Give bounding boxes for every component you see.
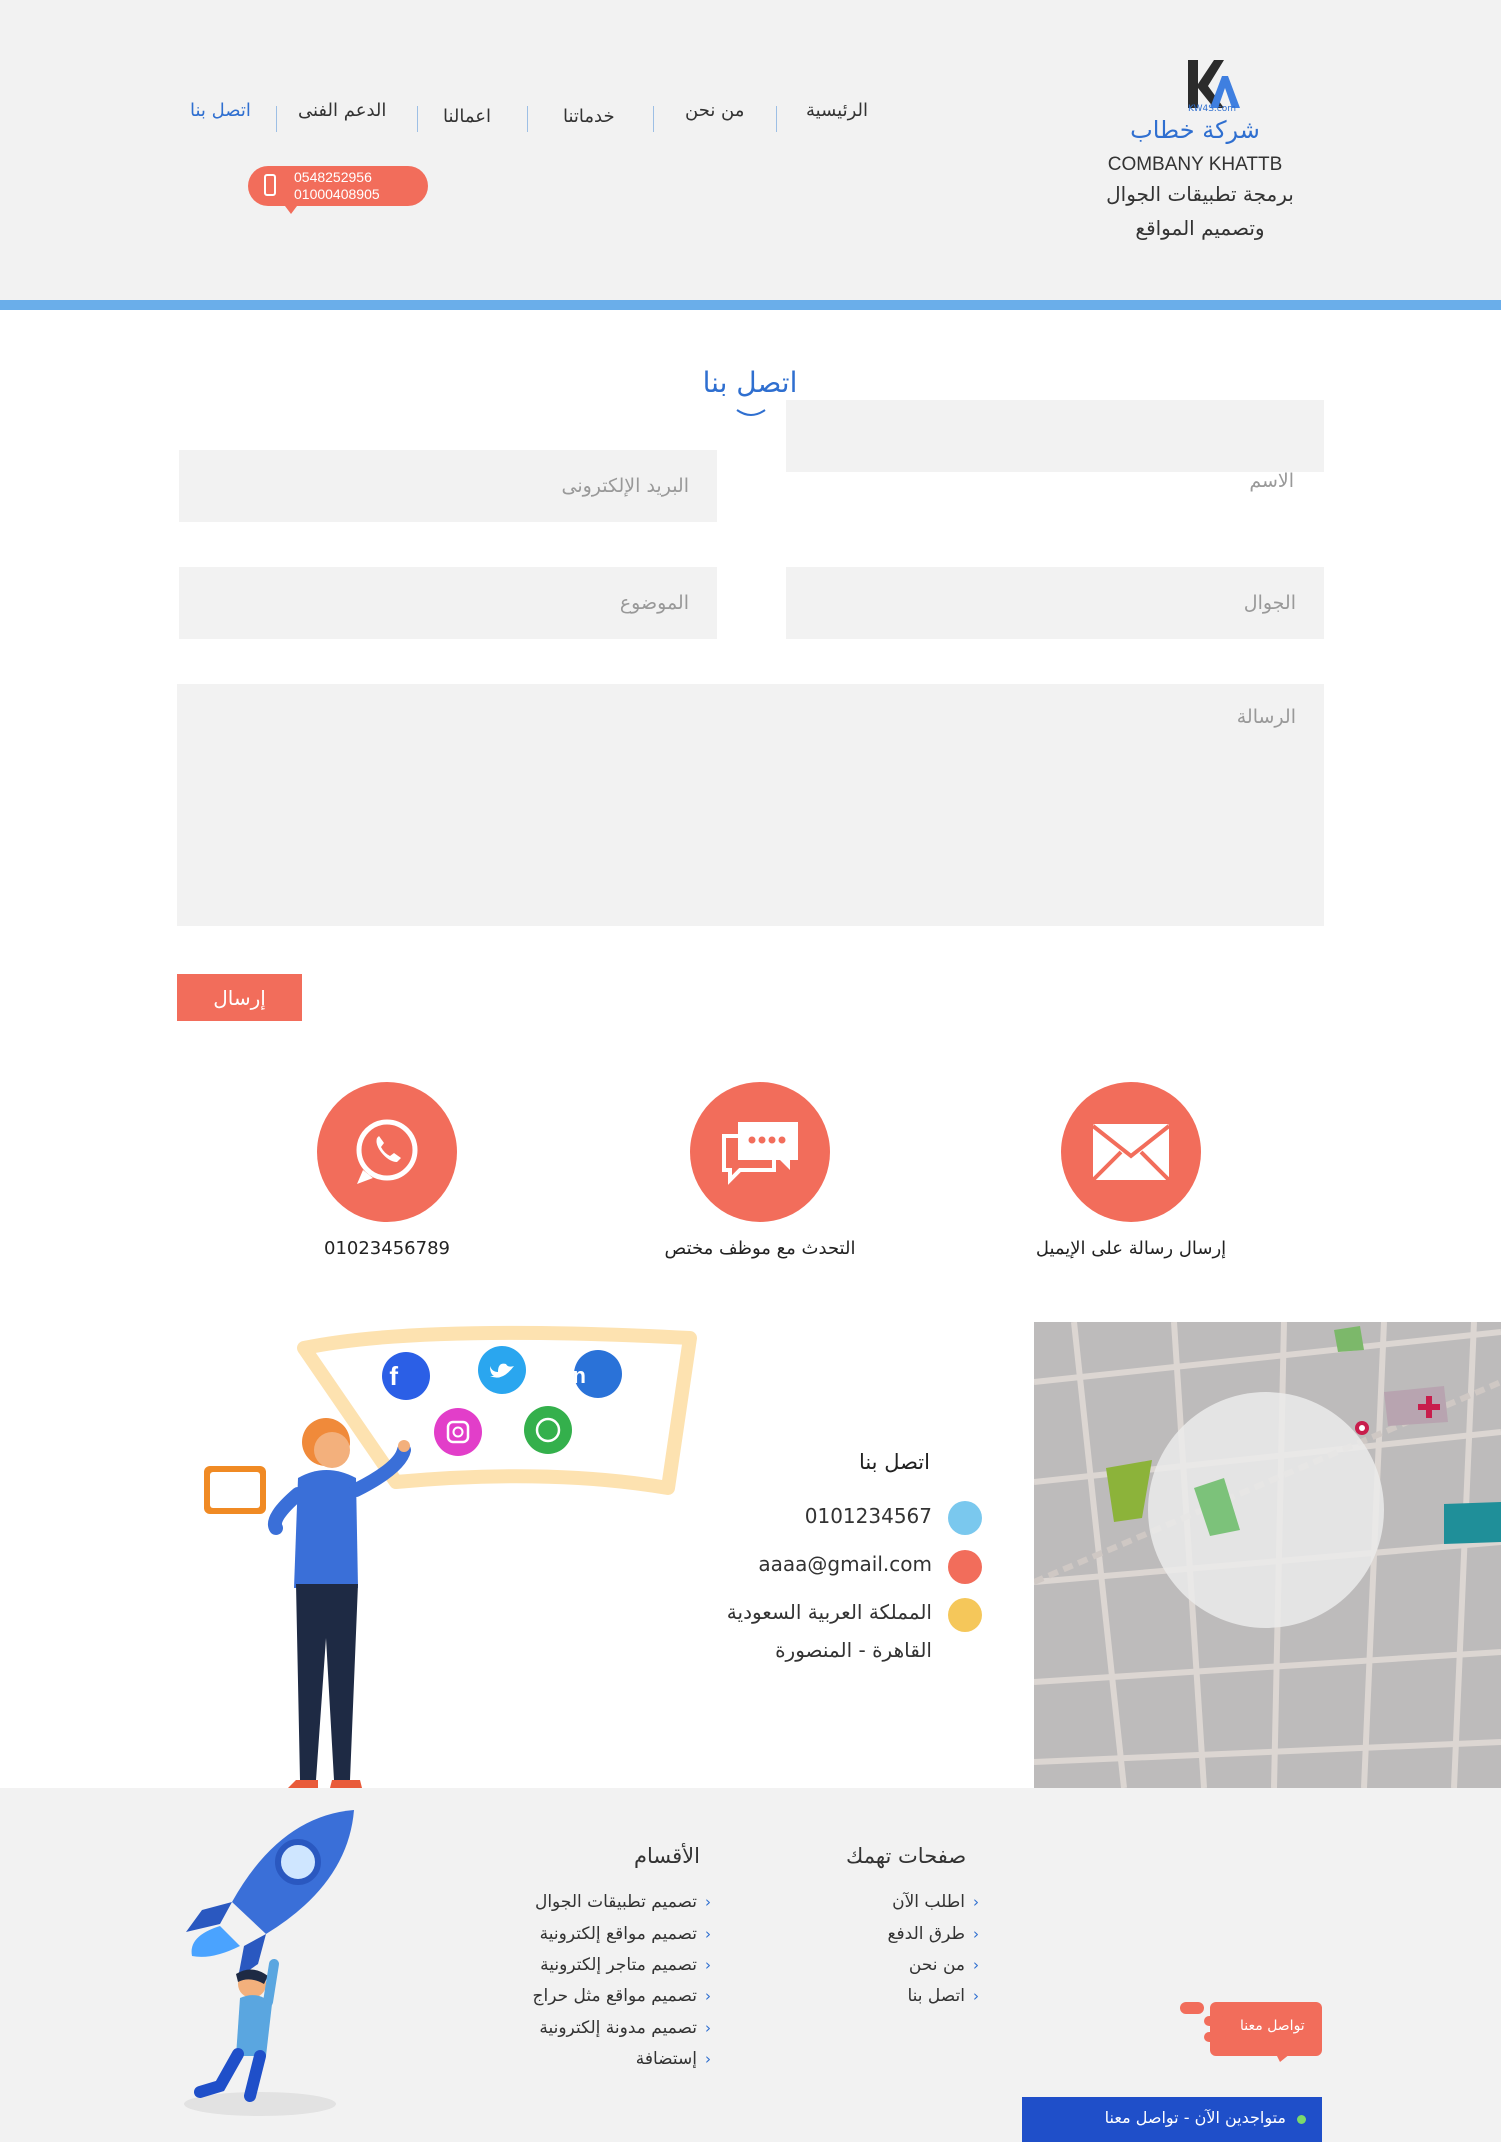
chevron-icon: ‹ bbox=[973, 1893, 979, 1911]
contact-email[interactable]: aaaa@gmail.com bbox=[632, 1552, 932, 1576]
footer-link-label: اطلب الآن bbox=[892, 1892, 965, 1912]
phone-badge[interactable]: 0548252956 01000408905 bbox=[248, 166, 428, 214]
nav-home[interactable]: الرئيسية bbox=[806, 100, 868, 121]
footer-link-label: تصميم تطبيقات الجوال bbox=[534, 1892, 697, 1912]
chevron-icon: ‹ bbox=[705, 2050, 711, 2068]
tagline-line-1: برمجة تطبيقات الجوال bbox=[1106, 182, 1294, 206]
chevron-icon: ‹ bbox=[705, 1925, 711, 1943]
nav-contact[interactable]: اتصل بنا bbox=[190, 100, 251, 121]
nav-services[interactable]: خدماتنا bbox=[563, 106, 615, 127]
map-graphic bbox=[1034, 1322, 1501, 1788]
phone-number-2: 01000408905 bbox=[294, 186, 380, 202]
whatsapp-icon bbox=[356, 1119, 418, 1184]
nav-divider bbox=[527, 106, 528, 132]
contact-address-line-1: المملكة العربية السعودية bbox=[726, 1600, 932, 1624]
chevron-icon: ‹ bbox=[705, 1956, 711, 1974]
email-icon bbox=[948, 1550, 982, 1584]
chat-option-label: التحدث مع موظف مختص bbox=[664, 1238, 856, 1259]
footer-link-about[interactable]: ‹ من نحن bbox=[909, 1955, 979, 1975]
footer-link-payment[interactable]: ‹ طرق الدفع bbox=[887, 1924, 979, 1944]
nav-divider bbox=[653, 106, 654, 132]
site-header: KW4S.com شركة خطاب COMBANY KHATTB برمجة … bbox=[0, 0, 1501, 300]
brand-name-english: COMBANY KHATTB bbox=[1107, 154, 1283, 175]
nav-divider bbox=[417, 106, 418, 132]
contact-info-title: اتصل بنا bbox=[858, 1450, 930, 1474]
phone-number-1: 0548252956 bbox=[294, 169, 372, 185]
footer-link-order[interactable]: ‹ اطلب الآن bbox=[892, 1892, 979, 1912]
header-divider bbox=[0, 300, 1501, 310]
mobile-field[interactable] bbox=[786, 567, 1324, 639]
footer-link-label: تصميم مدونة إلكترونية bbox=[539, 2018, 697, 2038]
email-option-label: إرسال رسالة على الإيميل bbox=[1035, 1238, 1227, 1259]
footer-link-label: اتصل بنا bbox=[907, 1986, 965, 2006]
footer-link-section[interactable]: ‹ إستضافة bbox=[636, 2049, 711, 2069]
footer-link-label: طرق الدفع bbox=[887, 1924, 965, 1944]
chat-option-button[interactable] bbox=[690, 1082, 830, 1222]
subject-field[interactable] bbox=[179, 567, 717, 639]
badge-tail bbox=[282, 202, 300, 214]
tagline-line-2: وتصميم المواقع bbox=[1135, 216, 1265, 240]
online-chat-label: متواجدين الآن - تواصل معنا bbox=[1104, 2108, 1286, 2127]
online-chat-bar[interactable]: متواجدين الآن - تواصل معنا bbox=[1022, 2097, 1322, 2142]
name-field-label: الاسم bbox=[1249, 470, 1294, 492]
footer-link-label: تصميم متاجر إلكترونية bbox=[540, 1955, 697, 1975]
footer-link-section[interactable]: ‹ تصميم مواقع مثل حراج bbox=[533, 1986, 711, 2006]
phone-icon bbox=[948, 1501, 982, 1535]
whatsapp-option-label: 01023456789 bbox=[324, 1238, 450, 1259]
footer-link-label: تصميم مواقع إلكترونية bbox=[539, 1924, 697, 1944]
page-title: اتصل بنا bbox=[702, 366, 798, 399]
main-nav: الرئيسية من نحن خدماتنا اعمالنا الدعم ال… bbox=[0, 100, 1501, 136]
footer-link-label: إستضافة bbox=[635, 2049, 697, 2069]
footer-pages-title: صفحات تهمك bbox=[846, 1844, 967, 1868]
online-status-dot bbox=[1297, 2115, 1306, 2124]
chevron-icon: ‹ bbox=[705, 1987, 711, 2005]
chevron-icon: ‹ bbox=[973, 1956, 979, 1974]
footer-link-section[interactable]: ‹ تصميم مدونة إلكترونية bbox=[539, 2018, 711, 2038]
chat-icon bbox=[722, 1122, 798, 1185]
location-icon bbox=[948, 1598, 982, 1632]
footer-link-section[interactable]: ‹ تصميم مواقع إلكترونية bbox=[540, 1924, 711, 1944]
nav-divider bbox=[776, 106, 777, 132]
footer-link-section[interactable]: ‹ تصميم تطبيقات الجوال bbox=[535, 1892, 711, 1912]
contact-us-bubble-label: تواصل معنا bbox=[1240, 2018, 1305, 2034]
svg-text:f: f bbox=[389, 1361, 398, 1391]
footer-link-label: من نحن bbox=[908, 1955, 965, 1975]
chevron-icon: ‹ bbox=[705, 1893, 711, 1911]
footer-link-section[interactable]: ‹ تصميم متاجر إلكترونية bbox=[540, 1955, 711, 1975]
name-field[interactable] bbox=[786, 400, 1324, 472]
contact-address-line-2: القاهرة - المنصورة bbox=[775, 1638, 932, 1662]
chevron-icon: ‹ bbox=[973, 1987, 979, 2005]
email-field[interactable] bbox=[179, 450, 717, 522]
contact-us-bubble[interactable]: تواصل معنا bbox=[1180, 1998, 1322, 2062]
footer-link-label: تصميم مواقع مثل حراج bbox=[532, 1986, 697, 2006]
nav-about[interactable]: من نحن bbox=[685, 100, 744, 121]
nav-support[interactable]: الدعم الفنى bbox=[298, 100, 386, 121]
chevron-down-icon bbox=[736, 409, 766, 416]
mobile-phone-icon bbox=[264, 174, 276, 196]
nav-divider bbox=[276, 106, 277, 132]
footer-link-contact[interactable]: ‹ اتصل بنا bbox=[907, 1986, 979, 2006]
location-map[interactable] bbox=[1034, 1322, 1501, 1788]
chevron-icon: ‹ bbox=[973, 1925, 979, 1943]
svg-text:in: in bbox=[566, 1363, 586, 1388]
submit-button[interactable]: إرسال bbox=[177, 974, 302, 1021]
chevron-icon: ‹ bbox=[705, 2019, 711, 2037]
nav-portfolio[interactable]: اعمالنا bbox=[443, 106, 491, 127]
contact-phone[interactable]: 0101234567 bbox=[632, 1504, 932, 1528]
whatsapp-option-button[interactable] bbox=[317, 1082, 457, 1222]
rocket-illustration bbox=[184, 1810, 354, 2116]
message-field[interactable] bbox=[177, 684, 1324, 926]
email-option-button[interactable] bbox=[1061, 1082, 1201, 1222]
footer-sections-title: الأقسام bbox=[634, 1844, 700, 1868]
envelope-icon bbox=[1091, 1124, 1171, 1182]
